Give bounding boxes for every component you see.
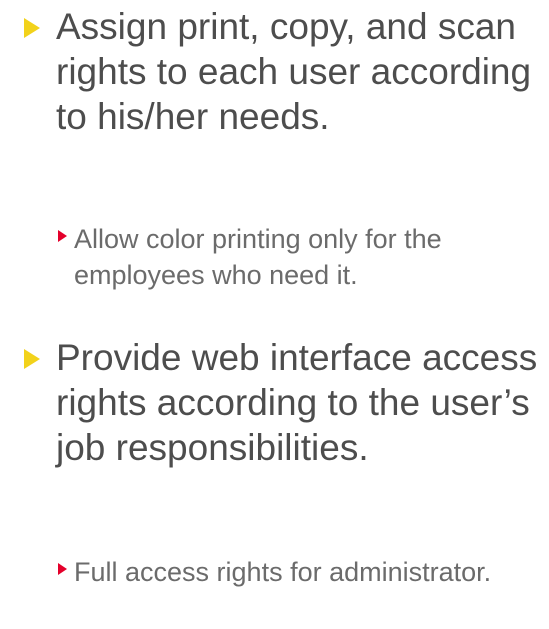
sub-bullet-admin-access: Full access rights for administrator. [58, 554, 544, 590]
slide-content: Assign print, copy, and scan rights to e… [0, 0, 549, 629]
red-triangle-bullet-icon [58, 230, 67, 242]
red-triangle-bullet-icon [58, 563, 67, 575]
bullet-assign-rights: Assign print, copy, and scan rights to e… [24, 4, 544, 139]
yellow-triangle-bullet-icon [24, 18, 40, 38]
bullet-text: Provide web interface access rights acco… [56, 337, 538, 468]
sub-bullet-text: Full access rights for administrator. [74, 557, 492, 587]
sub-bullet-text: Allow color printing only for the employ… [74, 224, 442, 290]
bullet-web-interface-rights: Provide web interface access rights acco… [24, 335, 544, 470]
sub-bullet-color-printing: Allow color printing only for the employ… [58, 221, 544, 293]
bullet-text: Assign print, copy, and scan rights to e… [56, 6, 532, 137]
yellow-triangle-bullet-icon [24, 349, 40, 369]
